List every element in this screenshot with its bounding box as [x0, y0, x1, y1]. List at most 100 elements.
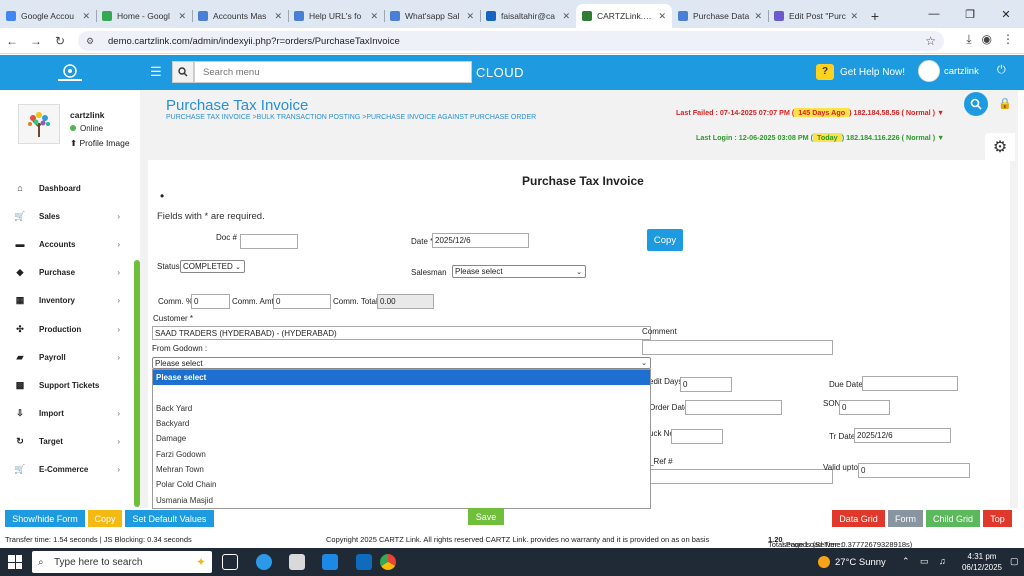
- tab-close-icon[interactable]: ✕: [274, 11, 282, 22]
- app-logo[interactable]: [52, 63, 88, 83]
- search-menu-input[interactable]: [194, 61, 472, 83]
- sidebar-item-e-commerce[interactable]: 🛒 E-Commerce ›: [0, 456, 134, 484]
- browser-tab[interactable]: Accounts Mas ✕: [192, 4, 288, 28]
- sidebar-item-production[interactable]: ✣ Production ›: [0, 315, 134, 343]
- truck-no-input[interactable]: [671, 429, 723, 444]
- task-view-icon[interactable]: [222, 554, 238, 570]
- sidebar-item-purchase[interactable]: ◆ Purchase ›: [0, 259, 134, 287]
- taskbar-search[interactable]: ⌕ Type here to search ✦: [32, 551, 212, 573]
- browser-tab[interactable]: Google Accou ✕: [0, 4, 96, 28]
- minimize-icon[interactable]: —: [916, 0, 952, 28]
- dropdown-option[interactable]: [153, 385, 650, 400]
- sidebar-item-accounts[interactable]: ▬ Accounts ›: [0, 230, 134, 258]
- salesman-select[interactable]: Please select ⌄: [452, 265, 586, 278]
- tab-close-icon[interactable]: ✕: [370, 11, 378, 22]
- sidebar-item-dashboard[interactable]: ⌂ Dashboard: [0, 174, 134, 202]
- browser-tab[interactable]: Home - Googl ✕: [96, 4, 192, 28]
- browser-tab[interactable]: What'sapp Sal ✕: [384, 4, 480, 28]
- order-date-input[interactable]: [685, 400, 782, 415]
- data-grid-button[interactable]: Data Grid: [832, 510, 885, 527]
- hamburger-menu-icon[interactable]: ☰: [150, 64, 162, 80]
- app-icon[interactable]: [356, 554, 372, 570]
- tab-close-icon[interactable]: ✕: [850, 11, 858, 22]
- status-select[interactable]: COMPLETED ⌄: [180, 260, 245, 273]
- dropdown-option[interactable]: Farzi Godown: [153, 446, 650, 461]
- close-window-icon[interactable]: ✕: [988, 0, 1024, 28]
- user-menu[interactable]: cartzlink: [918, 60, 979, 82]
- tr-date-input[interactable]: [854, 428, 951, 443]
- set-default-values-button[interactable]: Set Default Values: [125, 510, 214, 527]
- dropdown-option[interactable]: Backyard: [153, 416, 650, 431]
- son-input[interactable]: [839, 400, 890, 415]
- doc-number-input[interactable]: [240, 234, 298, 249]
- sidebar-item-sales[interactable]: 🛒 Sales ›: [0, 202, 134, 230]
- dropdown-option[interactable]: Damage: [153, 431, 650, 446]
- top-button[interactable]: Top: [983, 510, 1012, 527]
- dropdown-option[interactable]: Back Yard: [153, 401, 650, 416]
- power-icon[interactable]: ⏻: [997, 64, 1006, 77]
- site-info-icon[interactable]: ⚙: [86, 36, 98, 47]
- comm-pct-input[interactable]: [191, 294, 230, 309]
- sidebar-item-support-tickets[interactable]: ▩ Support Tickets: [0, 371, 134, 399]
- weather-widget[interactable]: 27°C Sunny: [818, 556, 886, 568]
- search-circle-button[interactable]: [964, 92, 988, 116]
- edge-icon[interactable]: [256, 554, 272, 570]
- store-icon[interactable]: [289, 554, 305, 570]
- tab-close-icon[interactable]: ✕: [562, 11, 570, 22]
- reload-icon[interactable]: ↻: [48, 34, 72, 48]
- browser-tab[interactable]: Purchase Data ✕: [672, 4, 768, 28]
- sidebar-item-import[interactable]: ⇩ Import ›: [0, 400, 134, 428]
- breadcrumb[interactable]: PURCHASE TAX INVOICE >BULK TRANSACTION P…: [166, 114, 536, 121]
- valid-upto-input[interactable]: [858, 463, 970, 478]
- bookmark-star-icon[interactable]: ☆: [925, 34, 936, 48]
- search-icon[interactable]: [172, 61, 194, 83]
- due-date-input[interactable]: [862, 376, 958, 391]
- outlook-icon[interactable]: [322, 554, 338, 570]
- godown-select[interactable]: Please select ⌄: [152, 357, 651, 369]
- comm-amt-input[interactable]: [273, 294, 331, 309]
- profile-image-link[interactable]: ⬆ Profile Image: [70, 138, 150, 149]
- restore-icon[interactable]: ❐: [952, 0, 988, 28]
- download-icon[interactable]: ⤓: [966, 32, 971, 47]
- dropdown-option[interactable]: Polar Cold Chain: [153, 477, 650, 492]
- ref-input[interactable]: [642, 469, 833, 484]
- copy-button-form[interactable]: Copy: [647, 229, 683, 251]
- get-help-link[interactable]: ? Get Help Now!: [816, 64, 905, 80]
- child-grid-button[interactable]: Child Grid: [926, 510, 980, 527]
- customer-field[interactable]: SAAD TRADERS (HYDERABAD) - (HYDERABAD): [152, 326, 651, 340]
- tab-close-icon[interactable]: ✕: [466, 11, 474, 22]
- date-input[interactable]: [432, 233, 529, 248]
- show-hide-form-button[interactable]: Show/hide Form: [5, 510, 85, 527]
- kebab-menu-icon[interactable]: ⋮: [1002, 32, 1014, 47]
- taskbar-clock[interactable]: 4:31 pm 06/12/2025: [958, 551, 1006, 573]
- browser-tab[interactable]: Edit Post "Purc ✕: [768, 4, 864, 28]
- gear-icon[interactable]: ⚙: [985, 133, 1015, 161]
- save-button[interactable]: Save: [468, 508, 504, 525]
- dropdown-option[interactable]: Mehran Town: [153, 462, 650, 477]
- form-button[interactable]: Form: [888, 510, 923, 527]
- profile-icon[interactable]: ◉: [982, 32, 992, 47]
- tab-close-icon[interactable]: ✕: [178, 11, 186, 22]
- credit-days-input[interactable]: [680, 377, 732, 392]
- dropdown-option[interactable]: Please select: [153, 370, 650, 386]
- sidebar-item-inventory[interactable]: ▦ Inventory ›: [0, 287, 134, 315]
- dropdown-option[interactable]: Usmania Masjid: [153, 492, 650, 507]
- new-tab-icon[interactable]: +: [864, 4, 886, 28]
- chrome-icon[interactable]: [380, 554, 396, 570]
- sidebar-item-payroll[interactable]: ▰ Payroll ›: [0, 343, 134, 371]
- windows-start-icon[interactable]: [8, 555, 22, 569]
- tab-close-icon[interactable]: ✕: [658, 11, 666, 22]
- forward-icon[interactable]: →: [24, 34, 48, 48]
- lock-icon[interactable]: 🔒: [998, 97, 1012, 110]
- system-tray[interactable]: ⌃ ▭ ♫: [902, 556, 950, 567]
- back-icon[interactable]: ←: [0, 34, 24, 48]
- browser-tab[interactable]: CARTZLink.com ✕: [576, 4, 672, 28]
- browser-tab[interactable]: Help URL's fo ✕: [288, 4, 384, 28]
- url-field[interactable]: ⚙ demo.cartzlink.com/admin/indexyii.php?…: [78, 31, 944, 51]
- notification-icon[interactable]: ▢: [1010, 556, 1019, 567]
- sidebar-item-target[interactable]: ↻ Target ›: [0, 428, 134, 456]
- comment-input[interactable]: [642, 340, 833, 355]
- copy-button[interactable]: Copy: [88, 510, 122, 527]
- tab-close-icon[interactable]: ✕: [754, 11, 762, 22]
- tab-close-icon[interactable]: ✕: [82, 11, 90, 22]
